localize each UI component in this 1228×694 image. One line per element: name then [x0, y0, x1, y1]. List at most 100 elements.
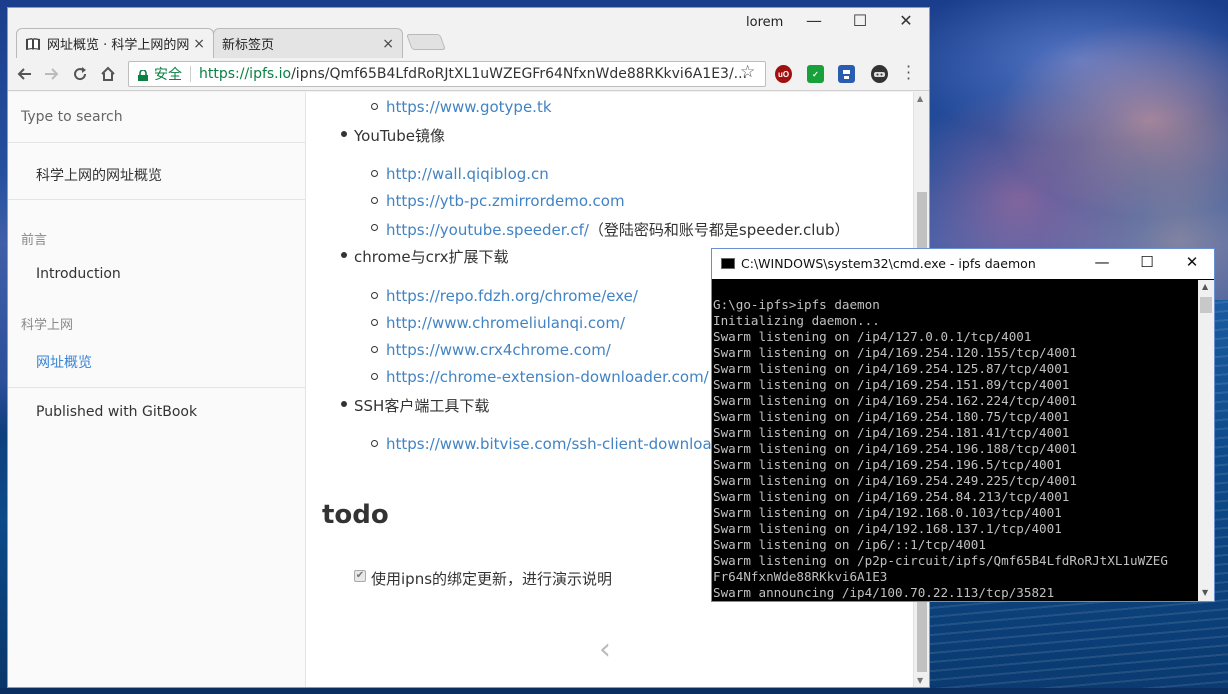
list-bullet: [341, 131, 347, 137]
list-bullet: [371, 224, 378, 231]
book-icon: [25, 37, 41, 51]
list-item: https://www.bitvise.com/ssh-client-downl…: [386, 435, 721, 453]
console-line: Initializing daemon...: [713, 313, 880, 328]
list-bullet: [341, 401, 347, 407]
home-icon[interactable]: [96, 62, 120, 86]
sidebar-item-published[interactable]: Published with GitBook: [36, 404, 197, 420]
console-line: Swarm listening on /ip4/169.254.84.213/t…: [713, 489, 1070, 504]
cmd-titlebar: C:\WINDOWS\system32\cmd.exe - ipfs daemo…: [712, 249, 1214, 279]
scrollbar-thumb[interactable]: [1200, 297, 1212, 313]
maximize-icon[interactable]: ☐: [840, 11, 880, 30]
list-item: https://ytb-pc.zmirrordemo.com: [386, 192, 625, 210]
bookmark-star-icon[interactable]: ☆: [740, 62, 755, 82]
list-heading: YouTube镜像: [354, 125, 445, 146]
list-heading-text: SSH客户端工具下载: [354, 397, 490, 415]
list-item-note: （登陆密码和账号都是speeder.club）: [588, 221, 850, 239]
list-bullet: [371, 440, 378, 447]
link[interactable]: https://chrome-extension-downloader.com/: [386, 368, 709, 386]
cmd-window: C:\WINDOWS\system32\cmd.exe - ipfs daemo…: [711, 248, 1215, 602]
sidebar-divider: [8, 199, 306, 200]
minimize-icon[interactable]: —: [794, 11, 834, 30]
tab-new[interactable]: 新标签页 ×: [213, 28, 403, 58]
console-line: G:\go-ipfs>ipfs daemon: [713, 297, 880, 312]
reload-icon[interactable]: [68, 62, 92, 86]
console-line: Fr64NfxnWde88RKkvi6A1E3: [713, 569, 888, 584]
list-heading-text: chrome与crx扩展下载: [354, 248, 509, 266]
console-output[interactable]: G:\go-ipfs>ipfs daemon Initializing daemo…: [712, 280, 1198, 601]
console-line: Swarm listening on /ip4/169.254.180.75/t…: [713, 409, 1070, 424]
menu-icon[interactable]: · · ·: [906, 59, 911, 87]
sidebar-section-header: 科学上网: [21, 318, 74, 333]
forward-icon[interactable]: [40, 62, 64, 86]
ublock-icon[interactable]: uO: [775, 65, 792, 83]
save-extension-icon[interactable]: [838, 65, 855, 83]
console-line: Swarm announcing /ip4/100.70.22.113/tcp/…: [713, 585, 1055, 600]
list-item: http://www.chromeliulanqi.com/: [386, 314, 625, 332]
scroll-up-icon[interactable]: ▲: [1202, 282, 1208, 291]
maximize-icon[interactable]: ☐: [1127, 253, 1167, 271]
address-divider: [190, 66, 191, 82]
browser-titlebar: 网址概览 · 科学上网的网 × 新标签页 × lorem — ☐ ✕: [8, 8, 929, 58]
list-item: https://www.crx4chrome.com/: [386, 341, 611, 359]
list-bullet: [371, 197, 378, 204]
tab-gitbook[interactable]: 网址概览 · 科学上网的网 ×: [16, 28, 214, 58]
sidebar-item-book-title[interactable]: 科学上网的网址概览: [36, 165, 162, 185]
link[interactable]: http://www.chromeliulanqi.com/: [386, 314, 625, 332]
security-label: 安全: [154, 67, 182, 83]
tab-title: 新标签页: [222, 38, 275, 53]
link[interactable]: https://ytb-pc.zmirrordemo.com: [386, 192, 625, 210]
link[interactable]: https://www.gotype.tk: [386, 98, 552, 116]
scroll-down-icon[interactable]: ▼: [1202, 588, 1208, 597]
previous-page-icon[interactable]: ‹: [599, 632, 611, 667]
console-line: Swarm listening on /ip4/169.254.249.225/…: [713, 473, 1077, 488]
link[interactable]: https://www.bitvise.com/ssh-client-downl…: [386, 435, 721, 453]
close-icon[interactable]: ✕: [1172, 253, 1212, 271]
address-bar[interactable]: 安全 https://ipfs.io/ipns/Qmf65B4LfdRoRJtX…: [128, 61, 766, 87]
cmd-scrollbar[interactable]: ▲ ▼: [1198, 280, 1214, 601]
console-line: Swarm listening on /ip4/169.254.181.41/t…: [713, 425, 1070, 440]
tab-title: 网址概览 · 科学上网的网: [47, 38, 190, 53]
shield-extension-icon[interactable]: ✓: [807, 65, 824, 83]
list-item: https://chrome-extension-downloader.com/: [386, 368, 709, 386]
list-bullet: [371, 373, 378, 380]
console-line: Swarm listening on /ip4/192.168.0.103/tc…: [713, 505, 1062, 520]
tab-close-icon[interactable]: ×: [193, 36, 205, 52]
sidebar-item-current[interactable]: 网址概览: [36, 352, 92, 372]
console-line: Swarm listening on /ip4/169.254.162.224/…: [713, 393, 1077, 408]
list-item: https://repo.fdzh.org/chrome/exe/: [386, 287, 638, 305]
link[interactable]: https://repo.fdzh.org/chrome/exe/: [386, 287, 638, 305]
console-line: Swarm listening on /ip4/127.0.0.1/tcp/40…: [713, 329, 1032, 344]
list-item: https://youtube.speeder.cf/（登陆密码和账号都是spe…: [386, 219, 849, 240]
ninja-extension-icon[interactable]: [871, 65, 888, 83]
console-icon: [721, 258, 735, 269]
sidebar-item-introduction[interactable]: Introduction: [36, 266, 121, 282]
sidebar-section-header: 前言: [21, 233, 48, 248]
link[interactable]: http://wall.qiqiblog.cn: [386, 165, 549, 183]
tab-close-icon[interactable]: ×: [382, 36, 394, 52]
console-line: Swarm listening on /ip4/169.254.151.89/t…: [713, 377, 1070, 392]
taskbar-edge: [0, 688, 1228, 694]
back-icon[interactable]: [12, 62, 36, 86]
scroll-up-icon[interactable]: ▲: [917, 94, 923, 103]
profile-name[interactable]: lorem: [746, 15, 783, 30]
scroll-down-icon[interactable]: ▼: [917, 676, 923, 685]
browser-toolbar: 安全 https://ipfs.io/ipns/Qmf65B4LfdRoRJtX…: [8, 58, 929, 91]
sidebar-divider: [8, 387, 306, 388]
list-bullet: [371, 292, 378, 299]
close-icon[interactable]: ✕: [886, 11, 926, 30]
list-bullet: [371, 103, 378, 110]
link[interactable]: https://www.crx4chrome.com/: [386, 341, 611, 359]
new-tab-button[interactable]: [406, 34, 446, 50]
lock-icon: [138, 69, 148, 81]
minimize-icon[interactable]: —: [1082, 253, 1122, 271]
link[interactable]: https://youtube.speeder.cf/: [386, 221, 589, 239]
search-input[interactable]: Type to search: [21, 109, 123, 125]
list-bullet: [371, 319, 378, 326]
list-bullet: [371, 170, 378, 177]
url-host: https://ipfs.io: [199, 66, 292, 82]
todo-item-text: 使用ipns的绑定更新，进行演示说明: [371, 570, 613, 588]
book-sidebar: Type to search 科学上网的网址概览 前言 Introduction…: [8, 92, 306, 687]
todo-checkbox[interactable]: ✔: [354, 570, 366, 582]
list-heading-text: YouTube镜像: [354, 127, 445, 145]
console-line: Swarm listening on /ip4/169.254.196.5/tc…: [713, 457, 1062, 472]
